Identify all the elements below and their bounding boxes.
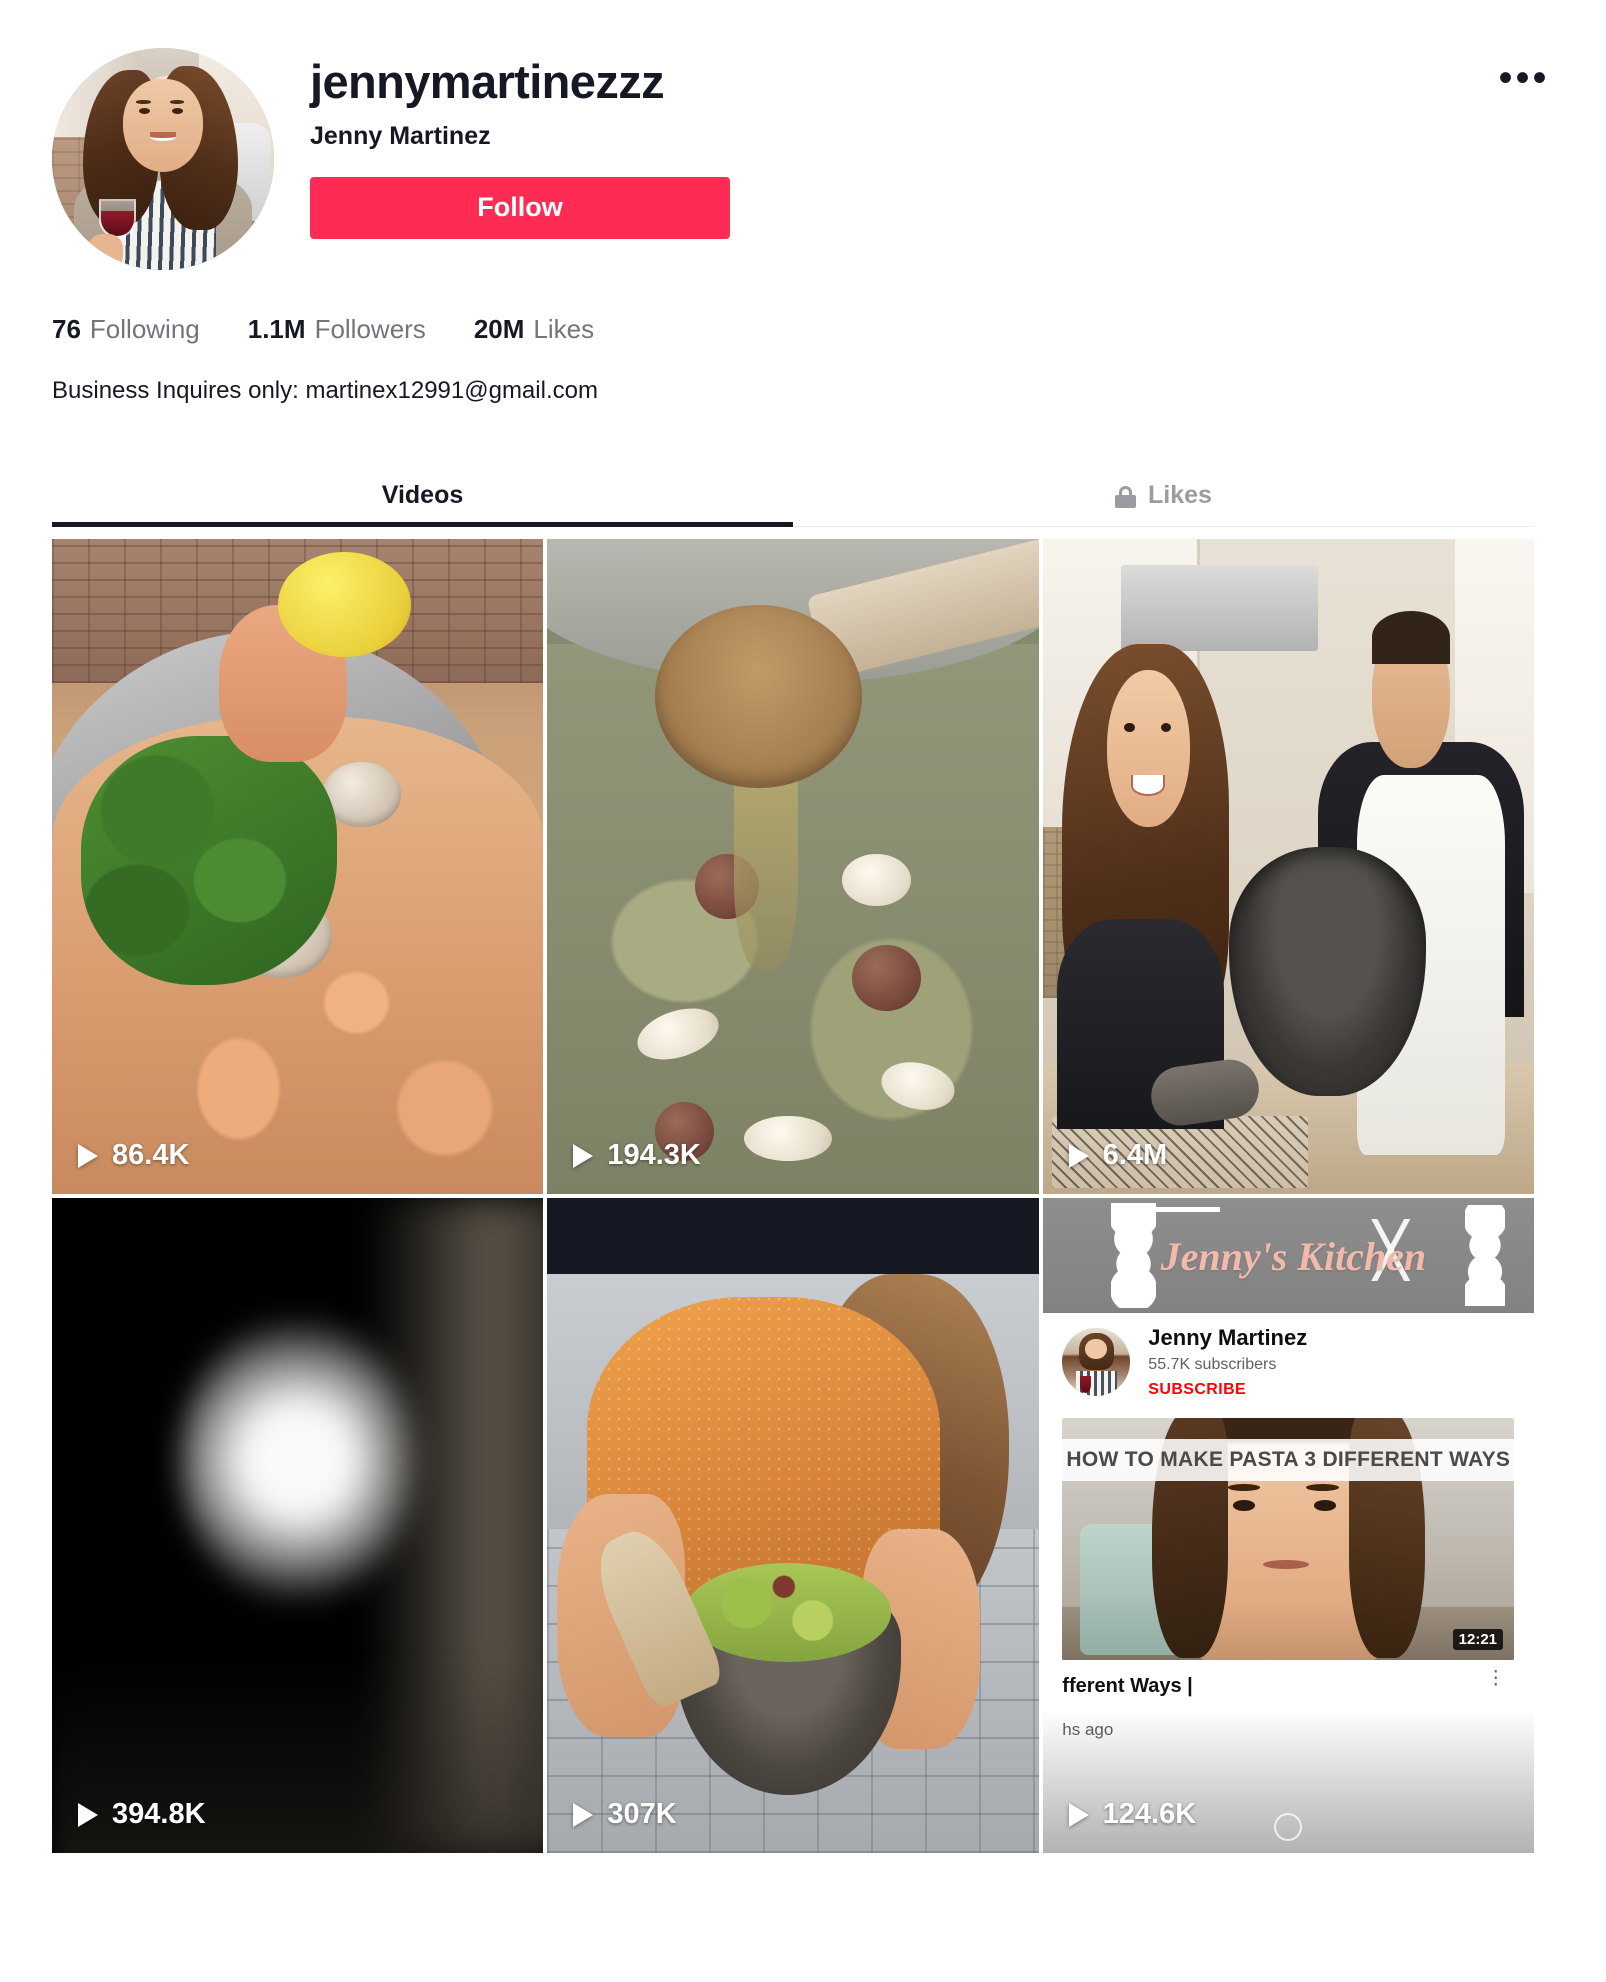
play-icon [573, 1802, 594, 1827]
view-count-text: 6.4M [1102, 1139, 1168, 1172]
likes-count: 20M [473, 314, 525, 344]
video-card[interactable]: 394.8K [52, 1198, 544, 1854]
video-card[interactable]: 307K [547, 1198, 1039, 1854]
video-view-count: 86.4K [78, 1139, 189, 1172]
followers-count: 1.1M [247, 314, 306, 344]
view-count-text: 194.3K [607, 1139, 701, 1172]
likes-label: Likes [533, 314, 595, 344]
kebab-menu-icon[interactable]: ⋮ [1486, 1668, 1505, 1688]
youtube-video-preview: HOW TO MAKE PASTA 3 DIFFERENT WAYS 12:21 [1062, 1417, 1515, 1660]
avatar-image [52, 48, 274, 270]
follow-button[interactable]: Follow [310, 176, 730, 239]
youtube-channel-row: Jenny Martinez 55.7K subscribers SUBSCRI… [1042, 1312, 1534, 1412]
profile-header: jennymartinezzz Jenny Martinez Follow ••… [0, 0, 1606, 270]
display-name: Jenny Martinez [310, 121, 491, 150]
view-count-text: 394.8K [112, 1798, 206, 1831]
video-view-count: 6.4M [1068, 1139, 1168, 1172]
view-count-text: 124.6K [1102, 1798, 1197, 1831]
more-options-icon[interactable]: ••• [1498, 58, 1550, 98]
video-view-count: 194.3K [573, 1139, 701, 1172]
lock-icon [1115, 486, 1137, 509]
play-icon [78, 1143, 98, 1168]
followers-label: Followers [314, 314, 426, 344]
play-icon [573, 1143, 594, 1168]
tab-videos[interactable]: Videos [52, 464, 793, 528]
play-icon [78, 1802, 98, 1827]
subscriber-count: 55.7K subscribers [1148, 1355, 1277, 1373]
stat-likes[interactable]: 20M Likes [474, 314, 594, 345]
profile-stats: 76 Following 1.1M Followers 20M Likes [52, 314, 1606, 345]
profile-bio: Business Inquires only: martinex12991@gm… [52, 377, 598, 404]
stat-following[interactable]: 76 Following [52, 314, 200, 345]
channel-name: Jenny Martinez [1148, 1324, 1308, 1350]
video-thumbnail-title: HOW TO MAKE PASTA 3 DIFFERENT WAYS [1062, 1439, 1515, 1481]
profile-info: jennymartinezzz Jenny Martinez Follow [310, 48, 1554, 239]
page-title: jennymartinezzz [310, 55, 665, 108]
video-thumbnail [52, 1198, 544, 1854]
avatar[interactable] [52, 48, 274, 270]
stat-followers[interactable]: 1.1M Followers [248, 314, 426, 345]
play-icon [1068, 1143, 1089, 1168]
following-label: Following [89, 314, 200, 344]
youtube-channel-banner: Jenny's Kitchen [1042, 1198, 1534, 1313]
video-thumbnail: Jenny's Kitchen Jenny Martinez 55.7K sub… [1042, 1198, 1534, 1854]
video-duration-badge: 12:21 [1452, 1629, 1504, 1651]
tab-videos-label: Videos [381, 480, 464, 509]
home-button-icon [1274, 1813, 1303, 1842]
view-count-text: 307K [607, 1798, 677, 1831]
video-view-count: 394.8K [78, 1798, 206, 1831]
video-card[interactable]: 6.4M [1042, 539, 1534, 1195]
subscribe-button[interactable]: SUBSCRIBE [1148, 1381, 1307, 1399]
tab-likes-label: Likes [1148, 480, 1212, 509]
play-icon [1068, 1802, 1089, 1827]
video-card[interactable]: 86.4K [52, 539, 544, 1195]
tiktok-profile-page: jennymartinezzz Jenny Martinez Follow ••… [0, 0, 1606, 1982]
video-upload-time: hs ago [1062, 1719, 1114, 1739]
following-count: 76 [52, 314, 81, 344]
video-card[interactable]: Jenny's Kitchen Jenny Martinez 55.7K sub… [1042, 1198, 1534, 1854]
video-grid: 86.4K 194.3K 6.4M 394.8K 307K Jenny's Ki… [52, 539, 1534, 1854]
video-view-count: 307K [573, 1798, 677, 1831]
video-thumbnail [1042, 539, 1534, 1195]
video-thumbnail [547, 539, 1039, 1195]
video-title: fferent Ways | [1062, 1674, 1193, 1697]
video-view-count: 124.6K [1068, 1798, 1197, 1831]
view-count-text: 86.4K [112, 1139, 190, 1172]
video-card[interactable]: 194.3K [547, 539, 1039, 1195]
banner-title: Jenny's Kitchen [1160, 1233, 1427, 1279]
tab-likes[interactable]: Likes [793, 464, 1534, 526]
profile-tabs: Videos Likes [52, 464, 1534, 528]
video-thumbnail [52, 539, 544, 1195]
channel-avatar [1062, 1327, 1131, 1396]
video-thumbnail [547, 1198, 1039, 1854]
